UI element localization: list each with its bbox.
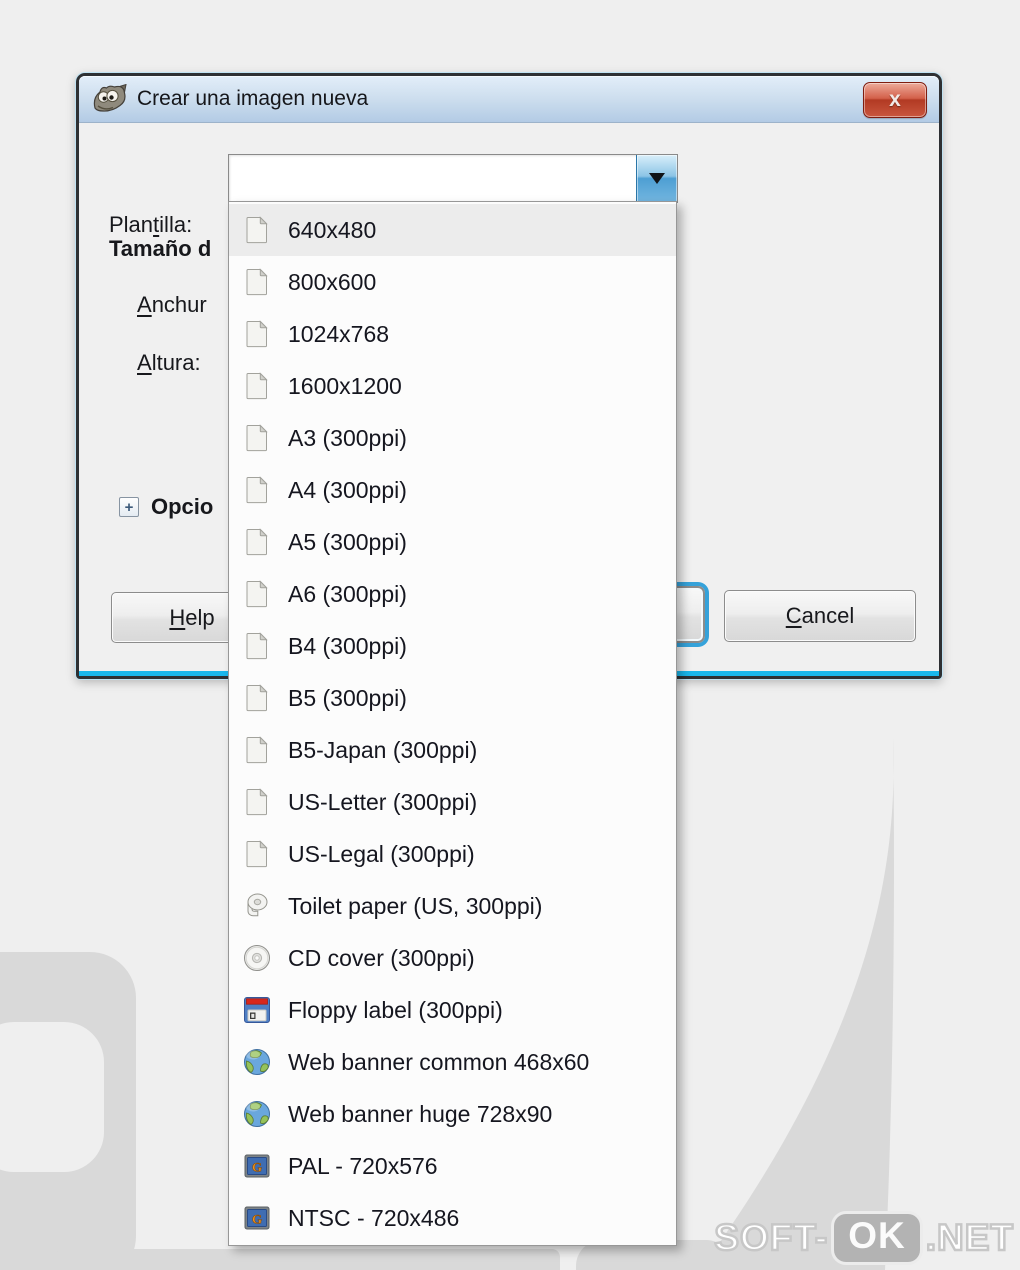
dropdown-item-label: B5 (300ppi) <box>288 684 407 711</box>
dropdown-item[interactable]: Floppy label (300ppi) <box>229 984 676 1036</box>
label-mnemonic: H <box>169 604 186 630</box>
dropdown-item-label: PAL - 720x576 <box>288 1152 438 1179</box>
image-size-heading: Tamaño d <box>109 236 212 261</box>
dropdown-item-label: US-Legal (300ppi) <box>288 840 475 867</box>
template-combobox[interactable] <box>228 154 678 203</box>
dropdown-item-label: A3 (300ppi) <box>288 424 407 451</box>
dropdown-item-label: A4 (300ppi) <box>288 476 407 503</box>
logo-ok-badge: OK <box>834 1214 920 1262</box>
watermark-shape-left <box>0 952 136 1270</box>
label-part: nchur <box>151 292 207 317</box>
template-label: Plantilla: <box>109 212 192 238</box>
advanced-options-expander[interactable]: + Opcio <box>119 494 213 520</box>
dropdown-list: 640x480 800x600 1024x768 1600x1200 A3 (300pp… <box>228 201 677 1246</box>
floppy-icon <box>241 994 273 1026</box>
document-icon <box>241 318 273 350</box>
watermark-swoosh <box>700 738 895 1270</box>
svg-text:G: G <box>252 1160 262 1175</box>
document-icon <box>241 682 273 714</box>
globe-icon <box>241 1046 273 1078</box>
dropdown-item-label: NTSC - 720x486 <box>288 1204 460 1231</box>
dropdown-item[interactable]: A6 (300ppi) <box>229 568 676 620</box>
globe-icon <box>241 1098 273 1130</box>
label-part: ltura: <box>151 350 201 375</box>
document-icon <box>241 838 273 870</box>
label-part: ancel <box>801 603 855 628</box>
dropdown-item[interactable]: G PAL - 720x576 <box>229 1140 676 1192</box>
dropdown-item[interactable]: A4 (300ppi) <box>229 464 676 516</box>
label-mnemonic: C <box>785 603 802 628</box>
site-watermark-logo: SOFT- OK .NET <box>713 1214 1014 1262</box>
document-icon <box>241 422 273 454</box>
dropdown-item[interactable]: B5-Japan (300ppi) <box>229 724 676 776</box>
dropdown-item-label: Floppy label (300ppi) <box>288 996 503 1023</box>
label-part: Plan <box>109 212 154 237</box>
logo-text-soft: SOFT- <box>713 1216 829 1260</box>
label-mnemonic: A <box>137 350 152 375</box>
dropdown-item-label: Toilet paper (US, 300ppi) <box>288 892 543 919</box>
dropdown-item[interactable]: US-Legal (300ppi) <box>229 828 676 880</box>
expand-plus-icon[interactable]: + <box>119 497 139 517</box>
document-icon <box>241 474 273 506</box>
document-icon <box>241 786 273 818</box>
dropdown-item-label: 1600x1200 <box>288 372 402 399</box>
logo-text-net: .NET <box>924 1216 1014 1260</box>
dropdown-item[interactable]: B5 (300ppi) <box>229 672 676 724</box>
dropdown-item[interactable]: 1600x1200 <box>229 360 676 412</box>
dropdown-item[interactable]: 640x480 <box>229 204 676 256</box>
combobox-dropdown-button[interactable] <box>636 155 677 202</box>
advanced-options-label: Opcio <box>151 494 214 519</box>
dropdown-item[interactable]: US-Letter (300ppi) <box>229 776 676 828</box>
dropdown-item[interactable]: 800x600 <box>229 256 676 308</box>
dialog-title: Crear una imagen nueva <box>137 87 369 110</box>
dropdown-item-label: CD cover (300ppi) <box>288 944 475 971</box>
document-icon <box>241 526 273 558</box>
dropdown-item[interactable]: CD cover (300ppi) <box>229 932 676 984</box>
template-combobox-value[interactable] <box>229 155 636 202</box>
label-part: elp <box>185 604 215 630</box>
document-icon <box>241 370 273 402</box>
watermark-shape-bottom <box>55 1249 560 1270</box>
label-mnemonic: A <box>137 292 152 317</box>
dropdown-item[interactable]: Toilet paper (US, 300ppi) <box>229 880 676 932</box>
dropdown-item[interactable]: A3 (300ppi) <box>229 412 676 464</box>
dropdown-item-label: B4 (300ppi) <box>288 632 407 659</box>
close-button[interactable]: x <box>863 82 927 118</box>
gimp-wilber-icon <box>93 84 127 112</box>
dropdown-item-label: Web banner huge 728x90 <box>288 1100 553 1127</box>
dropdown-item-label: 640x480 <box>288 216 377 243</box>
dropdown-item[interactable]: A5 (300ppi) <box>229 516 676 568</box>
dropdown-item-label: A6 (300ppi) <box>288 580 407 607</box>
dropdown-item-label: US-Letter (300ppi) <box>288 788 478 815</box>
video-icon: G <box>241 1150 273 1182</box>
dropdown-item[interactable]: B4 (300ppi) <box>229 620 676 672</box>
svg-text:G: G <box>252 1212 262 1227</box>
dropdown-item-label: Web banner common 468x60 <box>288 1048 590 1075</box>
label-part: illa: <box>159 212 193 237</box>
video-icon: G <box>241 1202 273 1234</box>
document-icon <box>241 578 273 610</box>
close-icon: x <box>889 88 901 111</box>
document-icon <box>241 630 273 662</box>
document-icon <box>241 214 273 246</box>
dropdown-item[interactable]: 1024x768 <box>229 308 676 360</box>
dropdown-item-label: 800x600 <box>288 268 377 295</box>
document-icon <box>241 734 273 766</box>
screen: SOFT- OK .NET Crear una imagen nueva x P… <box>0 0 1020 1270</box>
chevron-down-icon <box>649 173 665 184</box>
dropdown-item[interactable]: Web banner common 468x60 <box>229 1036 676 1088</box>
toilet-paper-icon <box>241 890 273 922</box>
dropdown-item-label: 1024x768 <box>288 320 390 347</box>
dropdown-item-label: B5-Japan (300ppi) <box>288 736 478 763</box>
document-icon <box>241 266 273 298</box>
dropdown-item[interactable]: G NTSC - 720x486 <box>229 1192 676 1244</box>
height-label: Altura: <box>137 350 201 376</box>
dropdown-item[interactable]: Web banner huge 728x90 <box>229 1088 676 1140</box>
cancel-button[interactable]: Cancel <box>724 590 916 642</box>
cd-icon <box>241 942 273 974</box>
width-label: Anchur <box>137 292 207 318</box>
titlebar[interactable]: Crear una imagen nueva x <box>79 76 939 123</box>
dropdown-item-label: A5 (300ppi) <box>288 528 407 555</box>
